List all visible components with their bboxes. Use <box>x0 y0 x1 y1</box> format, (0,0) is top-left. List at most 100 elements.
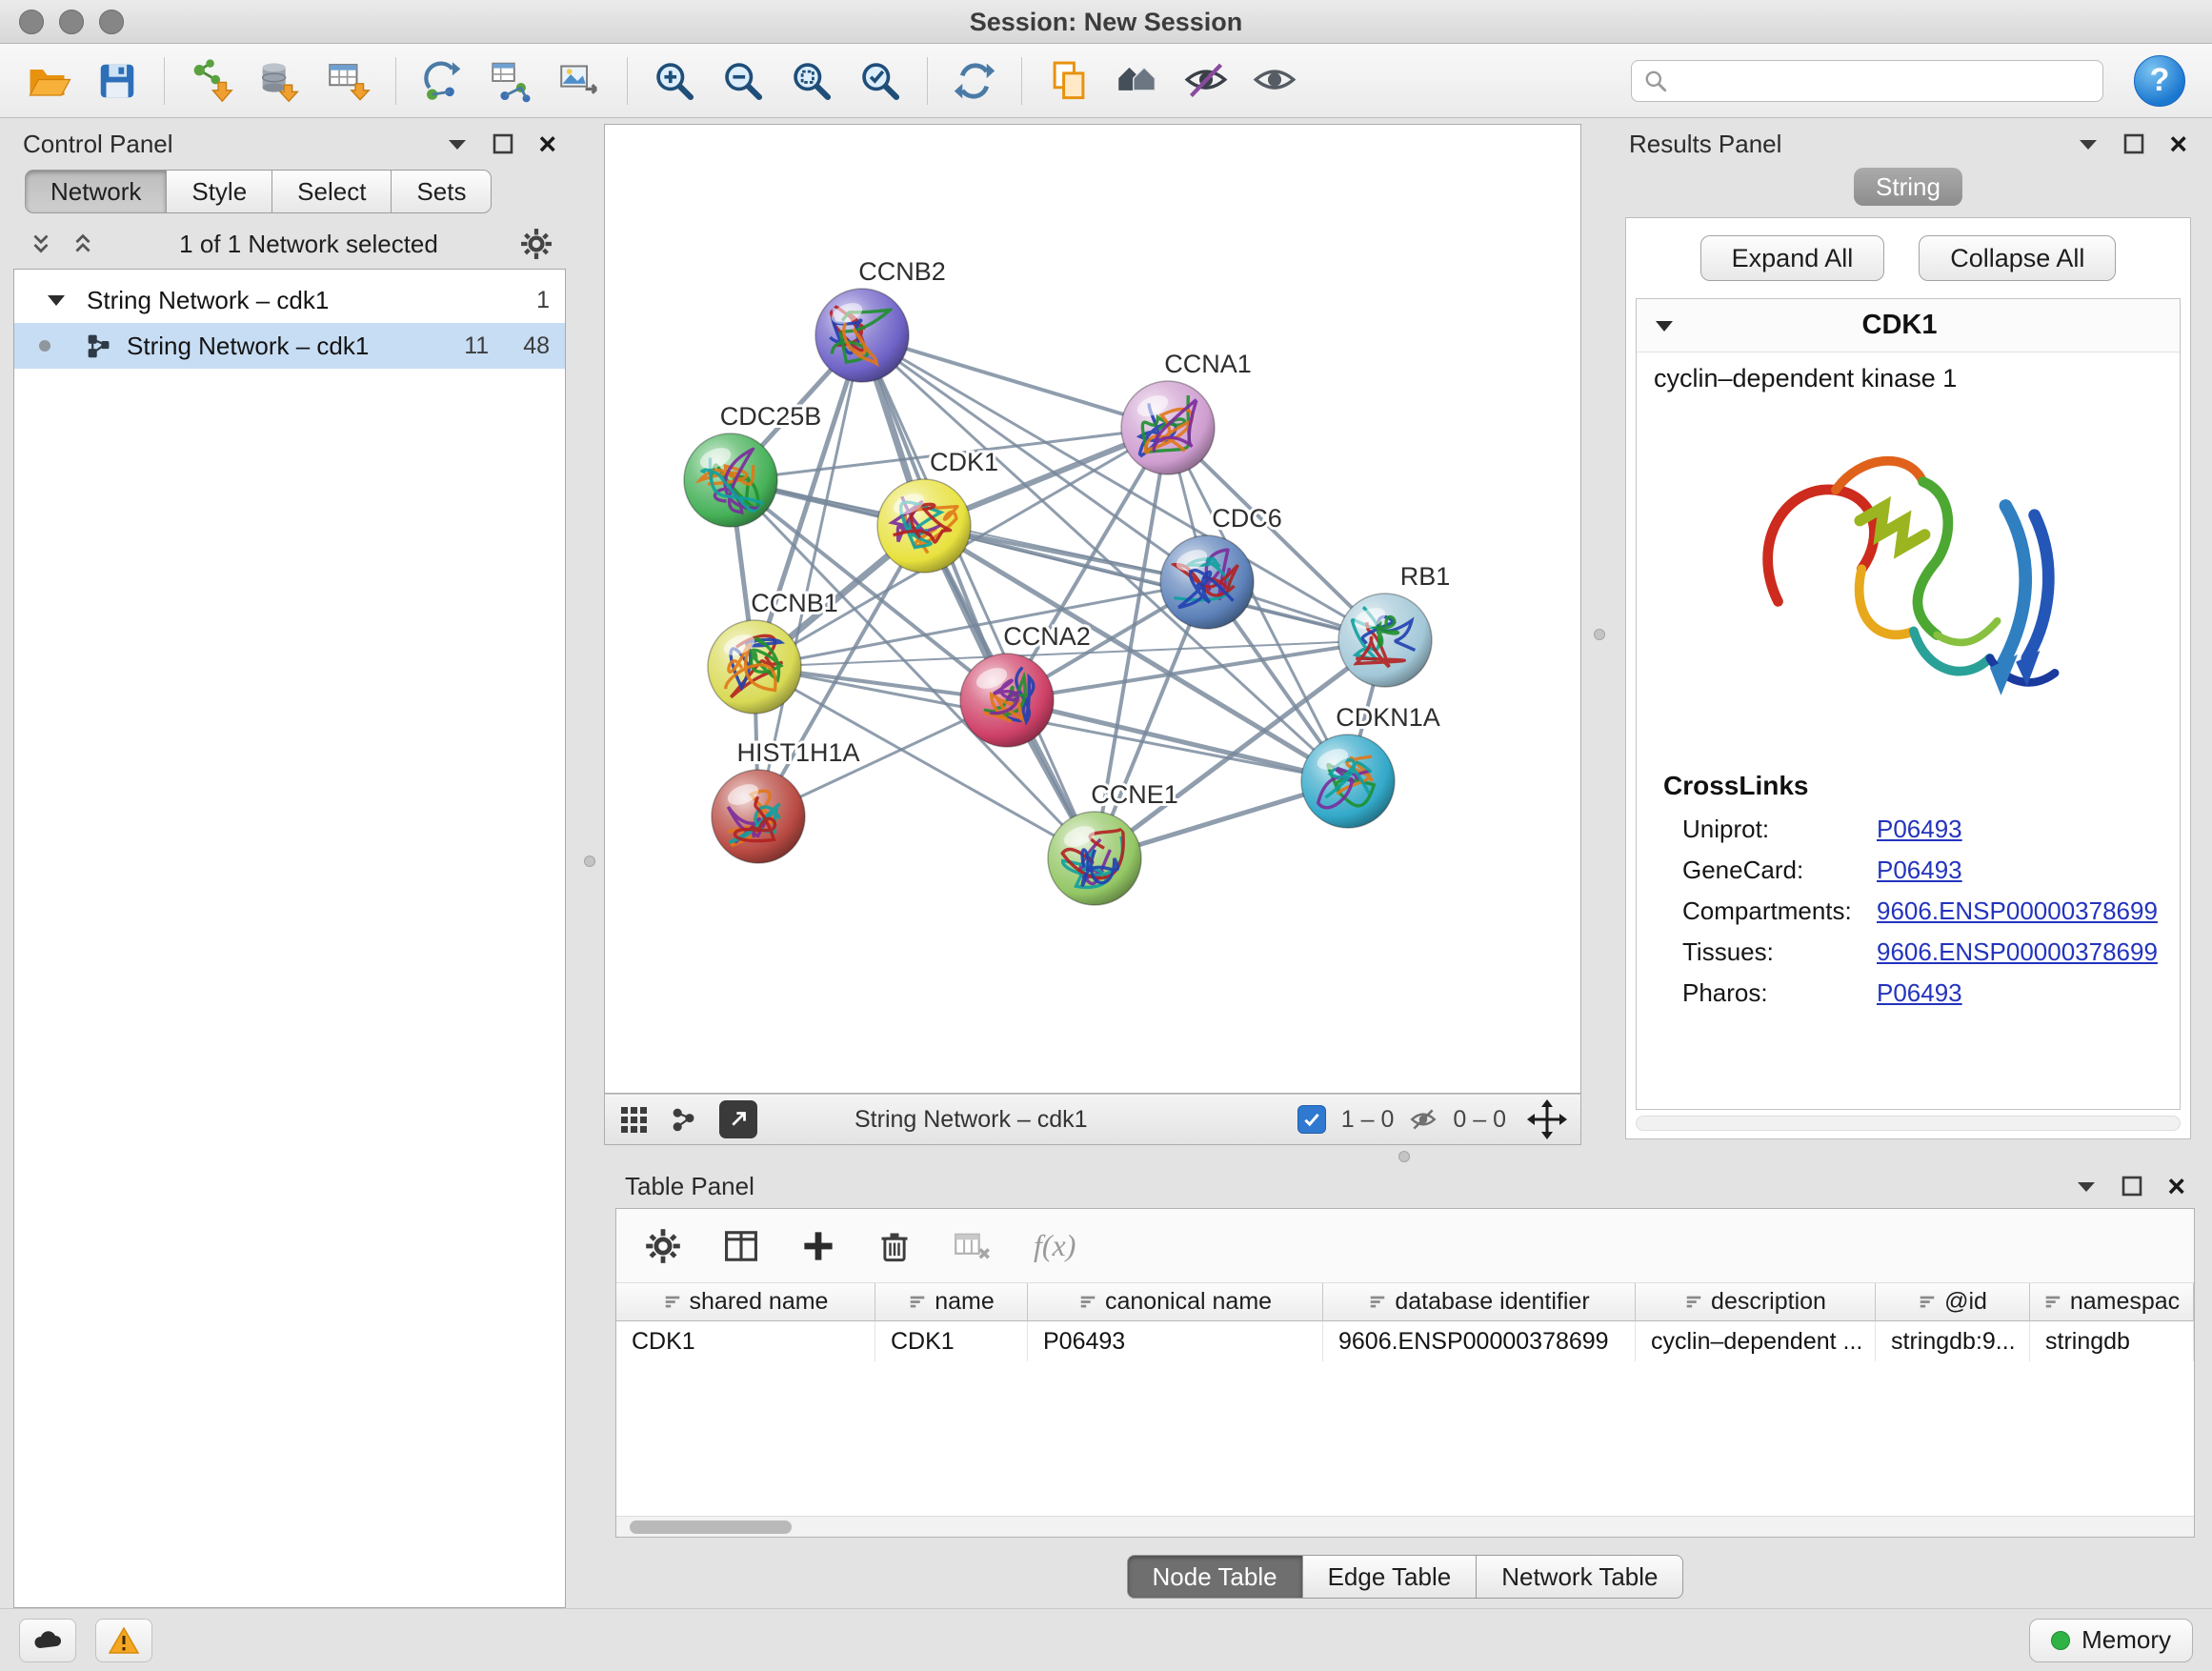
control-panel-collapse-button[interactable] <box>447 136 468 151</box>
cloud-status-button[interactable] <box>19 1619 76 1662</box>
show-all-button[interactable] <box>1243 52 1306 110</box>
sort-icon <box>1684 1293 1703 1312</box>
results-panel-close-button[interactable]: × <box>2169 129 2187 159</box>
import-table-button[interactable] <box>317 52 380 110</box>
first-neighbors-button[interactable] <box>1106 52 1169 110</box>
export-image-button[interactable] <box>549 52 612 110</box>
control-panel-float-button[interactable] <box>493 133 513 154</box>
control-panel-close-button[interactable]: × <box>538 129 556 159</box>
network-options-button[interactable] <box>520 228 553 260</box>
table-panel-collapse-button[interactable] <box>2076 1178 2097 1194</box>
expand-all-networks-button[interactable] <box>69 230 97 258</box>
column-header-database-identifier[interactable]: database identifier <box>1323 1283 1636 1321</box>
control-panel-tabs: Network Style Select Sets <box>25 170 564 213</box>
birds-eye-view-button[interactable] <box>618 1104 649 1135</box>
selected-nodes-checkbox[interactable] <box>1297 1105 1326 1134</box>
results-tab-string[interactable]: String <box>1854 168 1962 206</box>
tree-expand-arrow-icon[interactable] <box>47 292 66 308</box>
protein-header[interactable]: CDK1 <box>1637 299 2180 352</box>
results-panel-float-button[interactable] <box>2123 133 2144 154</box>
save-session-button[interactable] <box>86 52 149 110</box>
minimize-window-button[interactable] <box>59 10 84 34</box>
tab-sets[interactable]: Sets <box>392 170 492 213</box>
table-row[interactable]: CDK1 CDK1 P06493 9606.ENSP00000378699 cy… <box>616 1321 2194 1361</box>
help-button[interactable]: ? <box>2134 55 2185 107</box>
network-collection-row[interactable]: String Network – cdk1 1 <box>14 277 565 323</box>
close-icon: × <box>2169 129 2187 159</box>
column-header-namespace[interactable]: namespac <box>2030 1283 2194 1321</box>
results-horizontal-scrollbar[interactable] <box>1636 1116 2181 1131</box>
uniprot-link[interactable]: P06493 <box>1877 815 1962 844</box>
column-header-description[interactable]: description <box>1636 1283 1876 1321</box>
tab-network[interactable]: Network <box>25 170 167 213</box>
float-window-icon <box>2122 1176 2142 1197</box>
pan-mode-button[interactable] <box>1527 1099 1567 1139</box>
column-header-shared-name[interactable]: shared name <box>616 1283 875 1321</box>
network-edge-CCNB2-CCNE1[interactable] <box>862 335 1095 858</box>
collapse-all-networks-button[interactable] <box>27 230 55 258</box>
column-header-id[interactable]: @id <box>1876 1283 2030 1321</box>
results-panel-collapse-button[interactable] <box>2078 136 2099 151</box>
compartments-link[interactable]: 9606.ENSP00000378699 <box>1877 896 2158 926</box>
table-panel-float-button[interactable] <box>2122 1176 2142 1197</box>
table-panel: Table Panel × f(x) shared name name cano… <box>615 1166 2195 1602</box>
network-edge-CCNA2-CDKN1A[interactable] <box>1007 700 1348 781</box>
table-panel-close-button[interactable]: × <box>2167 1171 2185 1201</box>
tissues-link[interactable]: 9606.ENSP00000378699 <box>1877 937 2158 967</box>
show-columns-button[interactable] <box>723 1228 759 1264</box>
control-panel: Control Panel × Network Style Select Set… <box>13 124 566 1608</box>
column-header-canonical-name[interactable]: canonical name <box>1028 1283 1323 1321</box>
import-network-from-file-button[interactable] <box>180 52 243 110</box>
import-network-from-database-button[interactable] <box>249 52 312 110</box>
tab-select[interactable]: Select <box>272 170 392 213</box>
zoom-window-button[interactable] <box>99 10 124 34</box>
network-node-CDK1[interactable] <box>877 479 971 573</box>
panel-splitter-handle[interactable] <box>1594 629 1605 640</box>
section-collapse-arrow-icon[interactable] <box>1654 318 1675 333</box>
expand-all-button[interactable]: Expand All <box>1700 235 1885 281</box>
close-window-button[interactable] <box>19 10 44 34</box>
function-builder-button[interactable]: f(x) <box>1034 1228 1076 1263</box>
network-node-CCNE1[interactable] <box>1048 812 1141 905</box>
network-list-toolbar: 1 of 1 Network selected <box>13 219 566 269</box>
delete-table-button[interactable] <box>954 1229 992 1263</box>
pharos-link[interactable]: P06493 <box>1877 978 1962 1008</box>
network-row-selected[interactable]: String Network – cdk1 11 48 <box>14 323 565 369</box>
network-from-table-button[interactable] <box>480 52 543 110</box>
create-column-button[interactable] <box>801 1229 835 1263</box>
copy-button[interactable] <box>1037 52 1100 110</box>
search-input[interactable] <box>1678 67 2091 94</box>
new-network-button[interactable] <box>412 52 474 110</box>
share-network-icon <box>670 1105 698 1134</box>
warnings-button[interactable] <box>95 1619 152 1662</box>
open-session-button[interactable] <box>17 52 80 110</box>
zoom-fit-button[interactable] <box>780 52 843 110</box>
zoom-in-button[interactable] <box>643 52 706 110</box>
panel-splitter-handle[interactable] <box>584 856 595 867</box>
network-node-RB1[interactable] <box>1338 594 1432 687</box>
network-edge-CCNB2-CCNA1[interactable] <box>862 335 1168 428</box>
apply-layout-button[interactable] <box>943 52 1006 110</box>
network-canvas[interactable]: CCNB2CCNA1CDC25BCDK1CDC6RB1CCNB1CCNA2CDK… <box>604 124 1581 1094</box>
zoom-selected-button[interactable] <box>849 52 912 110</box>
node-table-box: f(x) shared name name canonical name dat… <box>615 1208 2195 1538</box>
search-box[interactable] <box>1631 60 2103 102</box>
table-options-button[interactable] <box>645 1228 681 1264</box>
network-selection-status: 1 of 1 Network selected <box>111 230 507 259</box>
collapse-all-button[interactable]: Collapse All <box>1919 235 2116 281</box>
tab-edge-table[interactable]: Edge Table <box>1303 1555 1478 1599</box>
zoom-out-button[interactable] <box>712 52 774 110</box>
tab-node-table[interactable]: Node Table <box>1127 1555 1303 1599</box>
column-header-name[interactable]: name <box>875 1283 1028 1321</box>
tab-style[interactable]: Style <box>167 170 272 213</box>
memory-button[interactable]: Memory <box>2029 1619 2193 1662</box>
export-network-button[interactable] <box>719 1100 757 1138</box>
panel-splitter-handle[interactable] <box>1398 1151 1410 1162</box>
delete-column-button[interactable] <box>877 1229 912 1263</box>
scrollbar-thumb[interactable] <box>630 1520 792 1534</box>
table-horizontal-scrollbar[interactable] <box>616 1516 2194 1537</box>
network-overview-button[interactable] <box>670 1105 698 1134</box>
genecard-link[interactable]: P06493 <box>1877 856 1962 885</box>
tab-network-table[interactable]: Network Table <box>1477 1555 1683 1599</box>
hide-selected-button[interactable] <box>1175 52 1237 110</box>
